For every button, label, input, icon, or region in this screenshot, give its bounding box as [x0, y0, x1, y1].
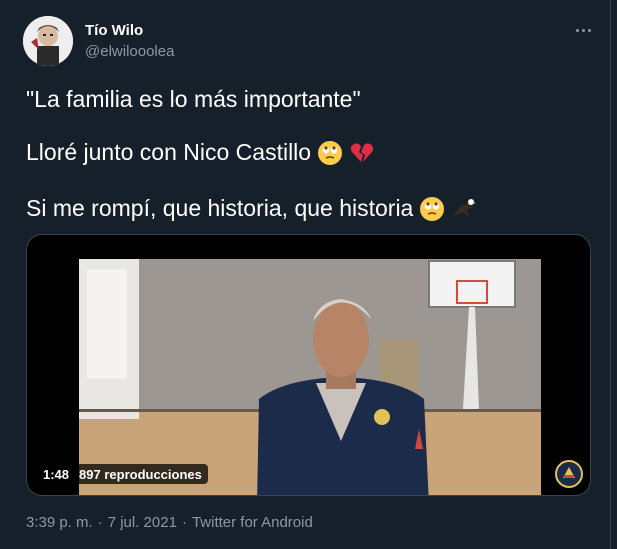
tweet-time[interactable]: 3:39 p. m. — [26, 514, 93, 531]
avatar-image — [23, 16, 73, 66]
eagle-icon — [454, 198, 477, 218]
video-views: 897 reproducciones — [79, 466, 202, 482]
club-america-logo-icon — [555, 460, 583, 488]
separator-dot: · — [97, 514, 103, 531]
tweet-date[interactable]: 7 jul. 2021 — [108, 514, 177, 531]
tweet-text-story: Si me rompí, que historia, que historia — [26, 195, 414, 221]
tweet-text-line-2: Lloré junto con Nico Castillo — [26, 139, 375, 166]
video-duration: 1:48 — [43, 466, 70, 482]
more-options-icon[interactable] — [571, 20, 595, 40]
video-player[interactable]: 1:48 897 reproducciones — [26, 234, 591, 496]
tweet-card: Tío Wilo @elwilooolea "La familia es lo … — [0, 0, 611, 549]
tweet-text-line-3: Si me rompí, que historia, que historia — [26, 195, 477, 222]
separator-dot: · — [181, 514, 187, 531]
tweet-metadata: 3:39 p. m. · 7 jul. 2021 · Twitter for A… — [26, 514, 313, 531]
tweet-source[interactable]: Twitter for Android — [192, 514, 313, 531]
avatar[interactable] — [23, 16, 73, 66]
display-name[interactable]: Tío Wilo — [85, 22, 143, 39]
tweet-text-quote: "La familia es lo más importante" — [26, 86, 361, 112]
rolling-eyes-face-icon — [318, 140, 343, 165]
tweet-text-line-1: "La familia es lo más importante" — [26, 86, 361, 113]
divider — [26, 506, 591, 507]
tweet-text-cry: Lloré junto con Nico Castillo — [26, 139, 312, 165]
user-handle[interactable]: @elwilooolea — [85, 43, 174, 60]
video-thumbnail — [79, 259, 541, 495]
broken-heart-icon — [350, 142, 374, 163]
video-info-badge: 1:48 897 reproducciones — [37, 464, 208, 484]
rolling-eyes-face-icon — [420, 196, 445, 221]
